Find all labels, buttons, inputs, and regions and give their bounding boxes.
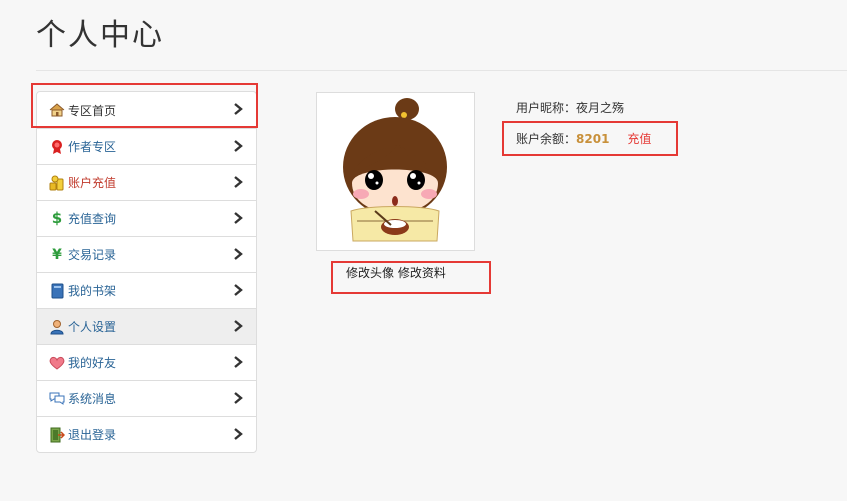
nickname-row: 用户昵称：夜月之殇 xyxy=(516,99,624,116)
menu-item-label: 充值查询 xyxy=(68,212,117,226)
chevron-right-icon xyxy=(234,248,243,260)
menu-item-recharge-query[interactable]: $ 充值查询 xyxy=(37,200,256,236)
edit-avatar-link[interactable]: 修改头像 xyxy=(346,266,394,280)
balance-label: 账户余额： xyxy=(516,132,577,146)
page-title: 个人中心 xyxy=(36,18,164,53)
avatar-image xyxy=(317,93,474,250)
edit-profile-link[interactable]: 修改资料 xyxy=(398,266,446,280)
menu-item-home[interactable]: 专区首页 xyxy=(37,92,256,128)
dollar-icon: $ xyxy=(51,209,63,227)
menu-item-label: 个人设置 xyxy=(68,320,117,334)
menu-item-label: 退出登录 xyxy=(68,428,117,442)
menu-item-transactions[interactable]: ¥ 交易记录 xyxy=(37,236,256,272)
menu-item-label: 作者专区 xyxy=(68,140,117,154)
avatar xyxy=(316,92,475,251)
home-icon xyxy=(49,102,65,118)
yen-icon: ¥ xyxy=(52,246,62,263)
coins-icon xyxy=(49,175,65,191)
title-divider xyxy=(36,70,847,71)
chevron-right-icon xyxy=(234,284,243,296)
menu-item-label: 交易记录 xyxy=(68,248,117,262)
menu-item-friends[interactable]: 我的好友 xyxy=(37,344,256,380)
menu-item-label: 账户充值 xyxy=(68,176,117,190)
menu-item-label: 我的书架 xyxy=(68,284,117,298)
user-icon xyxy=(49,319,65,335)
menu-item-recharge[interactable]: 账户充值 xyxy=(37,164,256,200)
chevron-right-icon xyxy=(234,176,243,188)
exit-icon xyxy=(49,427,65,443)
chevron-right-icon xyxy=(234,320,243,332)
book-icon xyxy=(49,283,65,299)
menu-item-label: 系统消息 xyxy=(68,392,117,406)
menu-item-messages[interactable]: 系统消息 xyxy=(37,380,256,416)
menu-item-logout[interactable]: 退出登录 xyxy=(37,416,256,452)
recharge-link[interactable]: 充值 xyxy=(627,132,651,146)
chevron-right-icon xyxy=(234,356,243,368)
menu-item-label: 我的好友 xyxy=(68,356,117,370)
menu-item-author[interactable]: 作者专区 xyxy=(37,128,256,164)
avatar-links: 修改头像 修改资料 xyxy=(346,264,446,281)
chat-bubbles-icon xyxy=(49,391,65,407)
chevron-right-icon xyxy=(234,140,243,152)
ribbon-icon xyxy=(49,139,65,155)
balance-row: 账户余额：8201 充值 xyxy=(516,130,651,147)
chevron-right-icon xyxy=(234,103,243,115)
nickname-label: 用户昵称： xyxy=(516,101,577,115)
sidebar-menu: 专区首页 作者专区 账户充值 $ 充值查询 ¥ 交易记录 我的书架 个人设置 我… xyxy=(36,91,257,453)
menu-item-bookshelf[interactable]: 我的书架 xyxy=(37,272,256,308)
heart-icon xyxy=(49,355,65,371)
chevron-right-icon xyxy=(234,212,243,224)
nickname-value: 夜月之殇 xyxy=(576,101,625,115)
balance-amount: 8201 xyxy=(576,132,610,146)
chevron-right-icon xyxy=(234,428,243,440)
menu-item-label: 专区首页 xyxy=(68,103,117,118)
menu-item-settings[interactable]: 个人设置 xyxy=(37,308,256,344)
chevron-right-icon xyxy=(234,392,243,404)
